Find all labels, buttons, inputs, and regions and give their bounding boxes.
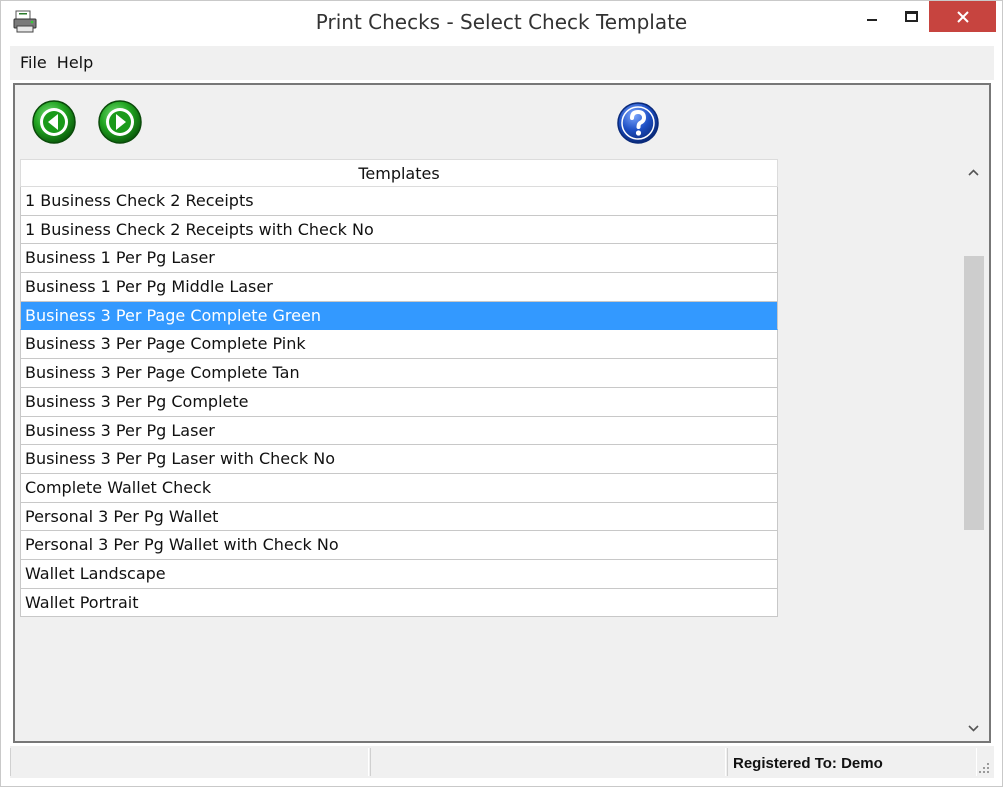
minimize-button[interactable]: [849, 1, 895, 32]
template-row[interactable]: Business 1 Per Pg Middle Laser: [20, 273, 778, 302]
menu-file[interactable]: File: [10, 46, 54, 80]
status-panel-2: [370, 748, 726, 776]
template-row[interactable]: 1 Business Check 2 Receipts with Check N…: [20, 215, 778, 245]
template-list-panel: Templates 1 Business Check 2 Receipts 1 B…: [13, 156, 991, 743]
menu-bar: File Help: [10, 46, 994, 80]
close-button[interactable]: [929, 1, 996, 32]
vertical-scrollbar[interactable]: [960, 159, 986, 741]
templates-grid: Templates 1 Business Check 2 Receipts 1 B…: [20, 159, 778, 618]
menu-help[interactable]: Help: [54, 46, 100, 80]
registration-status: Registered To: Demo: [727, 748, 977, 776]
templates-column-header[interactable]: Templates: [20, 159, 778, 187]
template-row[interactable]: Business 3 Per Page Complete Green: [20, 301, 778, 331]
template-row[interactable]: Business 3 Per Pg Complete: [20, 387, 778, 417]
template-row[interactable]: Business 3 Per Page Complete Pink: [20, 330, 778, 360]
template-row[interactable]: Wallet Portrait: [20, 588, 778, 618]
status-bar: Registered To: Demo: [10, 746, 994, 778]
scroll-thumb[interactable]: [964, 256, 984, 530]
scroll-up-button[interactable]: [960, 159, 986, 185]
template-row[interactable]: Personal 3 Per Pg Wallet: [20, 502, 778, 532]
maximize-icon: [904, 11, 918, 22]
template-row[interactable]: Complete Wallet Check: [20, 473, 778, 503]
toolbar: [13, 83, 991, 157]
template-row[interactable]: Business 3 Per Pg Laser: [20, 416, 778, 446]
app-window: Print Checks - Select Check Template Fil…: [0, 0, 1003, 787]
template-row[interactable]: Wallet Landscape: [20, 559, 778, 589]
chevron-up-icon: [967, 168, 979, 176]
close-icon: [956, 10, 969, 23]
template-row[interactable]: Business 1 Per Pg Laser: [20, 244, 778, 274]
back-arrow-icon[interactable]: [31, 99, 77, 145]
help-question-icon[interactable]: [616, 101, 660, 145]
chevron-down-icon: [967, 724, 979, 732]
maximize-button[interactable]: [895, 1, 927, 32]
forward-arrow-icon[interactable]: [97, 99, 143, 145]
title-bar[interactable]: Print Checks - Select Check Template: [1, 1, 1002, 45]
template-row[interactable]: 1 Business Check 2 Receipts: [20, 187, 778, 216]
template-row[interactable]: Business 3 Per Pg Laser with Check No: [20, 445, 778, 474]
template-row[interactable]: Personal 3 Per Pg Wallet with Check No: [20, 531, 778, 560]
minimize-icon: [867, 18, 877, 21]
resize-grip-icon[interactable]: [978, 762, 990, 774]
status-panel-1: [10, 748, 369, 776]
scroll-down-button[interactable]: [960, 715, 986, 741]
template-row[interactable]: Business 3 Per Page Complete Tan: [20, 359, 778, 388]
